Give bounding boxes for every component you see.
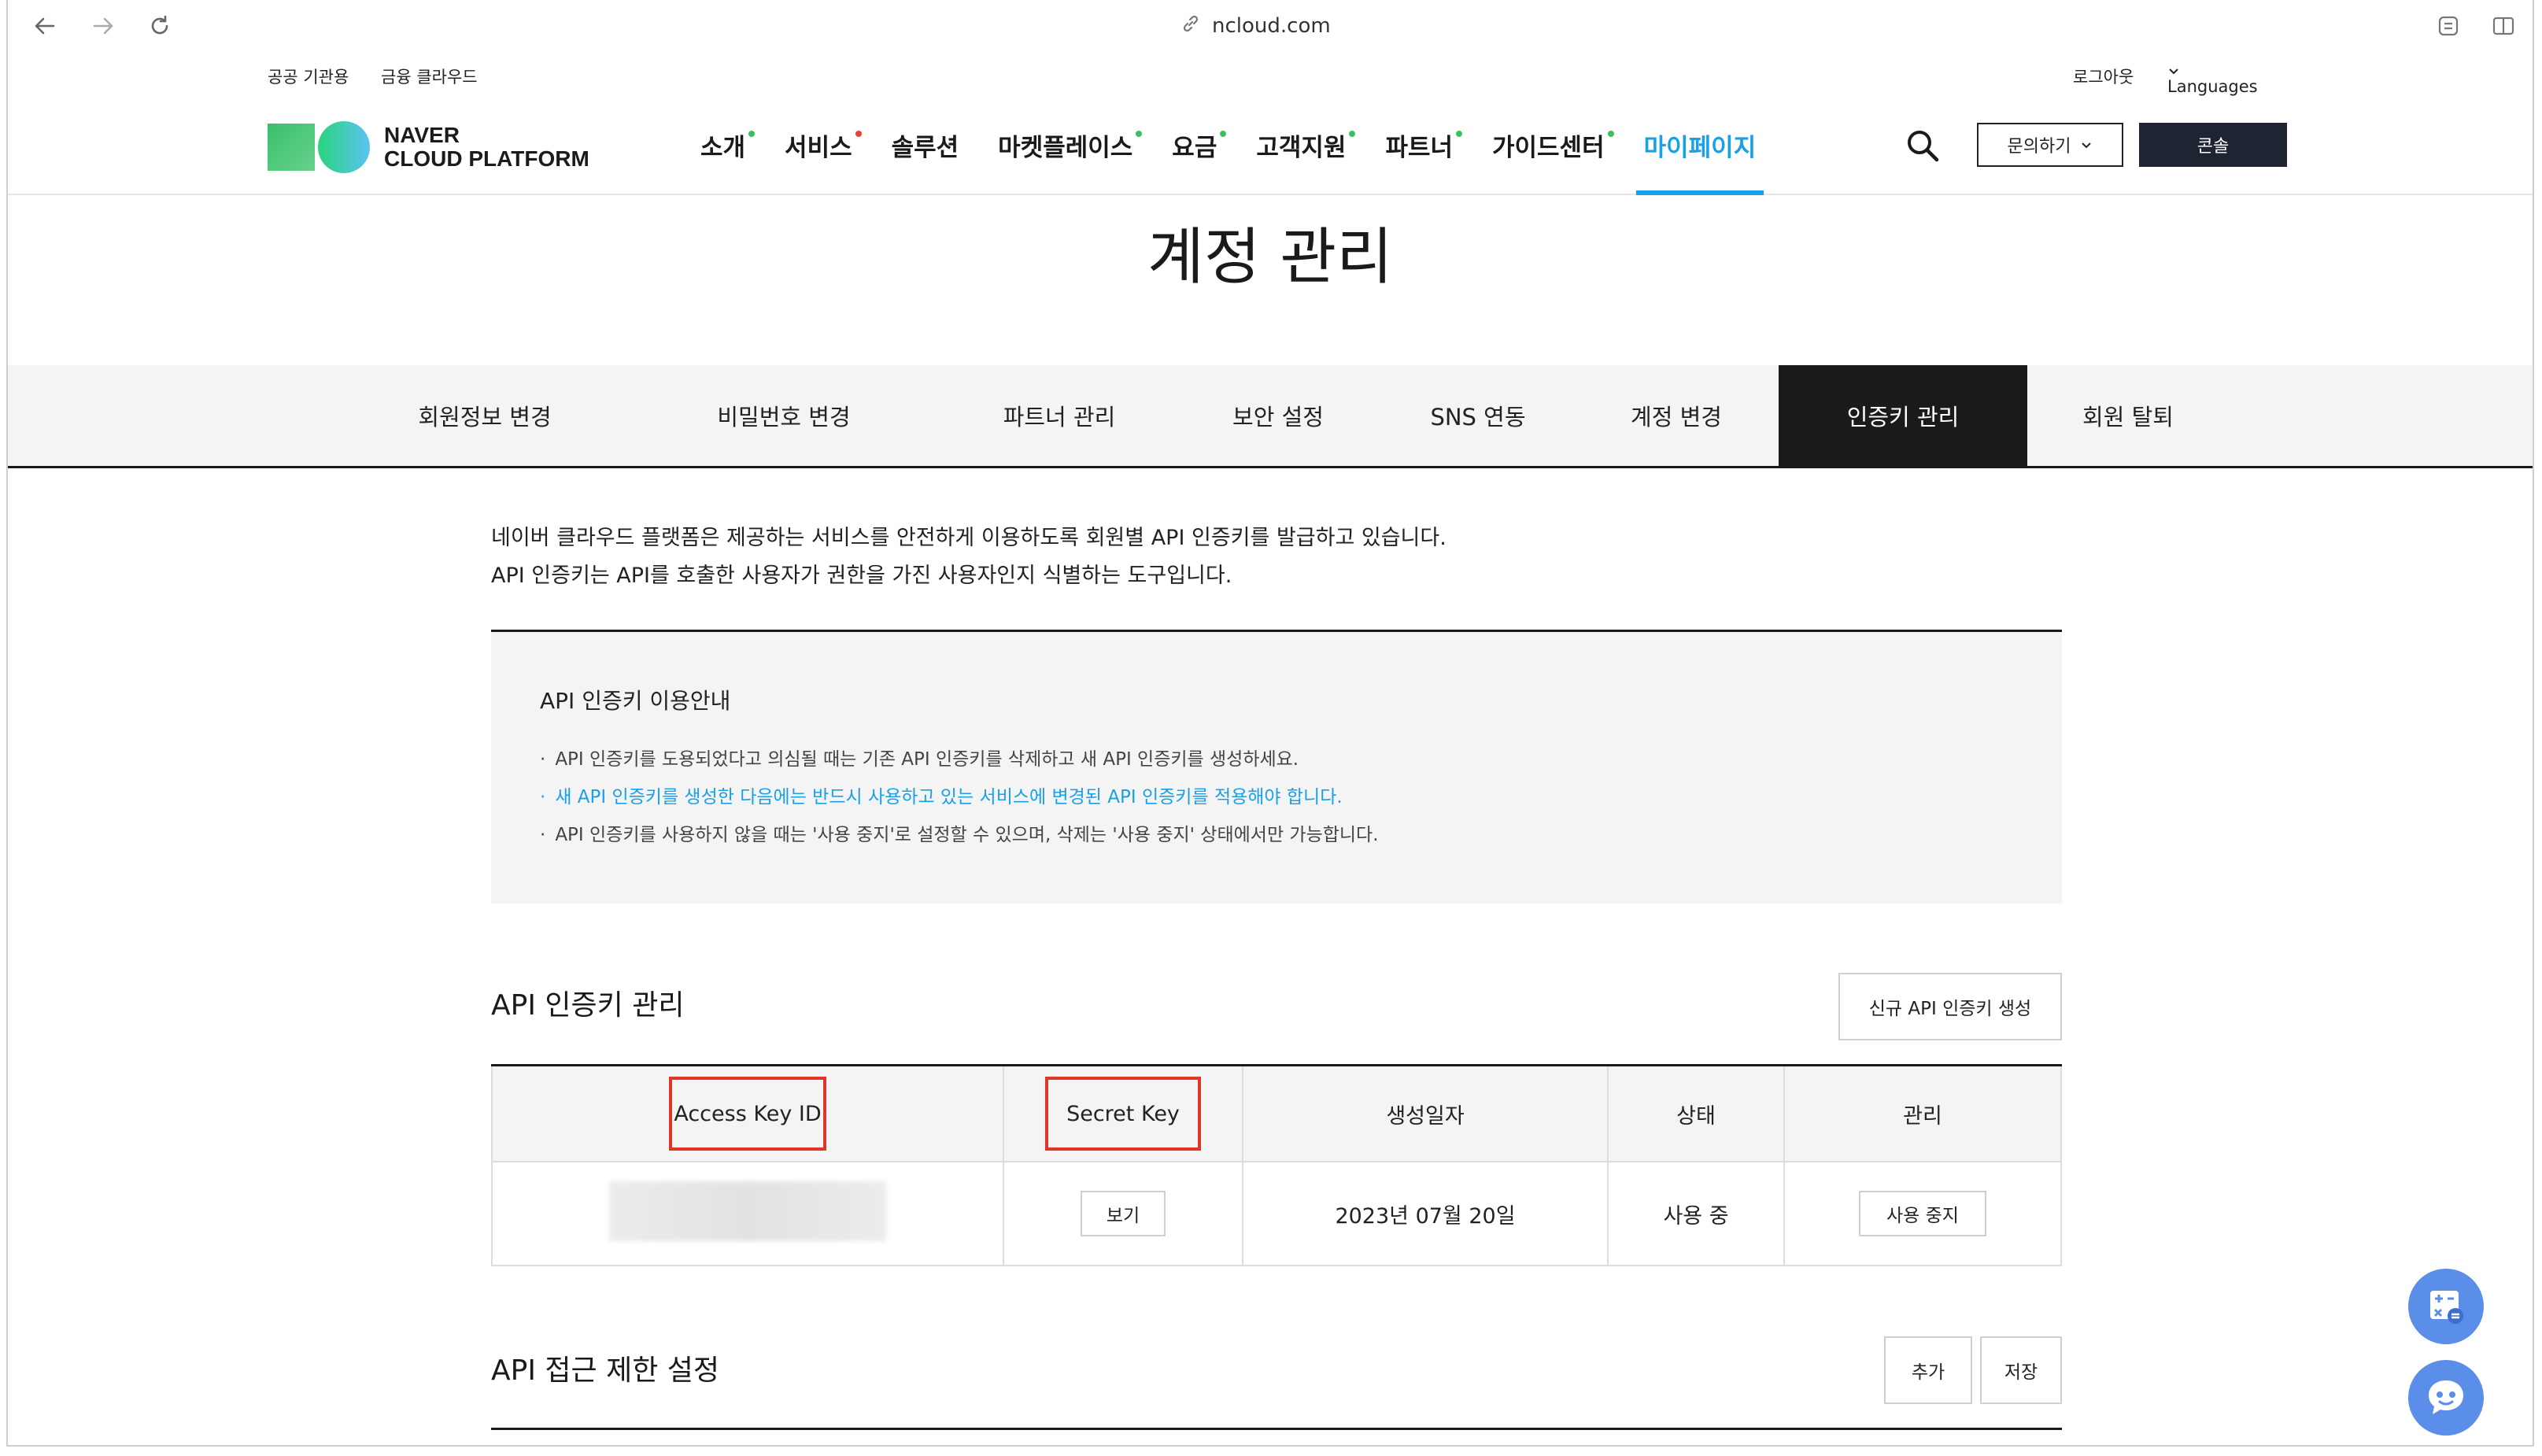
- back-arrow-icon[interactable]: [28, 9, 61, 42]
- table-top-rule: [491, 1428, 2062, 1430]
- browser-window: ncloud.com 공공 기관용 금융 클라우드 로그아웃 Languages…: [6, 0, 2534, 1447]
- forward-arrow-icon[interactable]: [87, 9, 120, 42]
- notice-item: API 인증키를 사용하지 않을 때는 '사용 중지'로 설정할 수 있으며, …: [540, 816, 1378, 854]
- new-dot: [1136, 131, 1143, 137]
- tab-member-info[interactable]: 회원정보 변경: [375, 365, 595, 466]
- languages-label: Languages: [2167, 77, 2258, 96]
- notice-item: API 인증키를 도용되었다고 의심될 때는 기존 API 인증키를 삭제하고 …: [540, 741, 1379, 778]
- logo-circle-mark: [318, 121, 370, 173]
- main-navigation: NAVER CLOUD PLATFORM 소개 서비스 솔루션 마켓플레이스 요…: [8, 96, 2533, 195]
- utility-bar: 공공 기관용 금융 클라우드 로그아웃 Languages: [8, 52, 2533, 96]
- nav-item-marketplace[interactable]: 마켓플레이스: [998, 96, 1143, 194]
- tab-security[interactable]: 보안 설정: [1184, 365, 1373, 466]
- notice-title: API 인증키 이용안내: [540, 688, 731, 714]
- add-button[interactable]: 추가: [1884, 1336, 1972, 1404]
- col-secret-key: Secret Key: [1003, 1065, 1243, 1162]
- tab-withdraw[interactable]: 회원 탈퇴: [2034, 365, 2222, 466]
- table-row: 보기 2023년 07월 20일 사용 중 사용 중지: [491, 1161, 2062, 1266]
- languages-dropdown[interactable]: Languages: [2167, 65, 2258, 96]
- reload-icon[interactable]: [143, 9, 176, 42]
- logo-text: NAVER CLOUD PLATFORM: [384, 123, 589, 171]
- chevron-down-icon: [2082, 142, 2092, 149]
- col-manage: 관리: [1783, 1065, 2062, 1162]
- nav-menu: 소개 서비스 솔루션 마켓플레이스 요금 고객지원 파트너 가이드센터 마이페이…: [700, 96, 1795, 195]
- disable-key-button[interactable]: 사용 중지: [1859, 1191, 1986, 1236]
- new-dot: [1220, 131, 1227, 137]
- nav-item-mypage[interactable]: 마이페이지: [1635, 96, 1764, 195]
- access-key-cell: [491, 1161, 1004, 1266]
- naver-cloud-logo[interactable]: NAVER CLOUD PLATFORM: [268, 121, 589, 173]
- tab-password[interactable]: 비밀번호 변경: [674, 365, 894, 466]
- masked-access-key: [609, 1181, 886, 1241]
- highlight-box: Access Key ID: [669, 1077, 826, 1151]
- browser-toolbar: ncloud.com: [8, 0, 2533, 52]
- nav-item-solutions[interactable]: 솔루션: [892, 96, 959, 194]
- new-dot: [1607, 131, 1614, 137]
- page-title: 계정 관리: [1147, 222, 1393, 293]
- logout-link[interactable]: 로그아웃: [2073, 65, 2134, 88]
- inquiry-dropdown-button[interactable]: 문의하기: [1977, 123, 2123, 167]
- view-secret-button[interactable]: 보기: [1081, 1191, 1166, 1236]
- new-dot: [1349, 131, 1356, 137]
- address-bar[interactable]: ncloud.com: [1180, 9, 1331, 42]
- status-text: 사용 중: [1607, 1161, 1785, 1266]
- logo-square-mark: [268, 124, 315, 171]
- extension-icon[interactable]: [2432, 9, 2465, 42]
- new-dot: [748, 131, 756, 137]
- key-section-title: API 인증키 관리: [491, 989, 685, 1022]
- create-key-button[interactable]: 신규 API 인증키 생성: [1838, 973, 2062, 1040]
- link-icon: [1180, 13, 1201, 39]
- nav-item-pricing[interactable]: 요금: [1172, 96, 1227, 194]
- chevron-down-icon: [2169, 68, 2178, 75]
- col-created: 생성일자: [1242, 1065, 1609, 1162]
- manage-cell: 사용 중지: [1783, 1161, 2062, 1266]
- new-dot: [1456, 131, 1462, 137]
- tab-sns[interactable]: SNS 연동: [1391, 365, 1565, 466]
- col-access-key: Access Key ID: [491, 1065, 1004, 1162]
- tab-account-change[interactable]: 계정 변경: [1582, 365, 1771, 466]
- highlight-box: Secret Key: [1045, 1077, 1201, 1151]
- usage-notice: API 인증키 이용안내 API 인증키를 도용되었다고 의심될 때는 기존 A…: [491, 630, 2062, 904]
- nav-item-services[interactable]: 서비스: [785, 96, 862, 194]
- chatbot-icon[interactable]: [2408, 1360, 2484, 1436]
- col-status: 상태: [1607, 1065, 1785, 1162]
- account-tabs: 회원정보 변경 비밀번호 변경 파트너 관리 보안 설정 SNS 연동 계정 변…: [8, 365, 2533, 468]
- calculator-icon[interactable]: [2408, 1269, 2484, 1344]
- new-dot: [855, 131, 862, 137]
- save-button[interactable]: 저장: [1980, 1336, 2062, 1404]
- sidebar-toggle-icon[interactable]: [2487, 9, 2520, 42]
- table-header-row: Access Key ID Secret Key 생성일자 상태 관리: [491, 1065, 2062, 1162]
- nav-item-intro[interactable]: 소개: [700, 96, 756, 194]
- nav-item-guide[interactable]: 가이드센터: [1492, 96, 1614, 194]
- intro-text: 네이버 클라우드 플랫폼은 제공하는 서비스를 안전하게 이용하도록 회원별 A…: [491, 526, 1447, 588]
- url-text: ncloud.com: [1212, 14, 1331, 38]
- public-agency-link[interactable]: 공공 기관용: [268, 65, 349, 88]
- notice-item-highlight: 새 API 인증키를 생성한 다음에는 반드시 사용하고 있는 서비스에 변경된…: [540, 778, 1379, 816]
- search-icon[interactable]: [1905, 127, 1941, 164]
- access-section-title: API 접근 제한 설정: [491, 1354, 720, 1387]
- secret-key-cell: 보기: [1003, 1161, 1243, 1266]
- nav-item-support[interactable]: 고객지원: [1256, 96, 1356, 194]
- created-date: 2023년 07월 20일: [1242, 1161, 1609, 1266]
- finance-cloud-link[interactable]: 금융 클라우드: [381, 65, 478, 88]
- notice-list: API 인증키를 도용되었다고 의심될 때는 기존 API 인증키를 삭제하고 …: [540, 741, 1379, 854]
- tab-partner[interactable]: 파트너 관리: [949, 365, 1169, 466]
- console-button[interactable]: 콘솔: [2139, 123, 2287, 167]
- api-key-table: Access Key ID Secret Key 생성일자 상태 관리 보기 2…: [491, 1064, 2062, 1266]
- tab-auth-key[interactable]: 인증키 관리: [1779, 365, 2027, 466]
- nav-item-partner[interactable]: 파트너: [1385, 96, 1462, 194]
